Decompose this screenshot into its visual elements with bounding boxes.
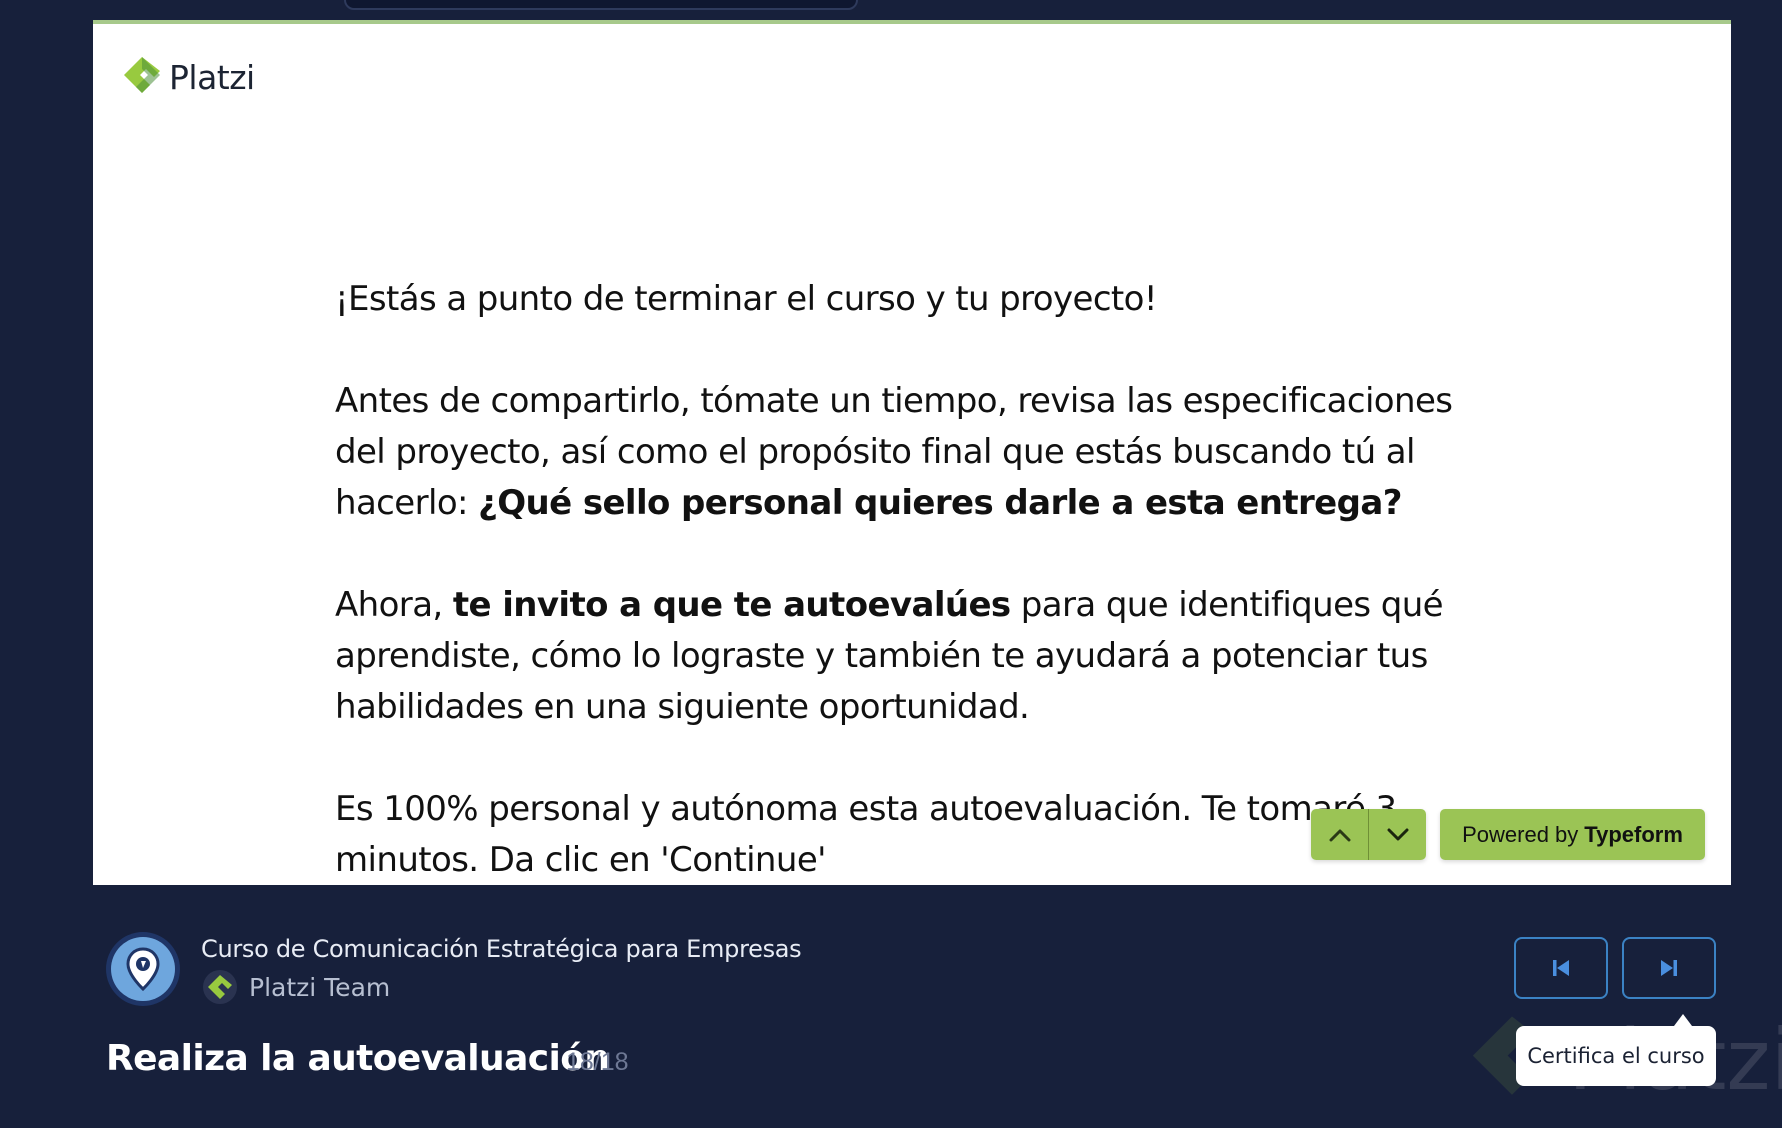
next-lesson-button[interactable] bbox=[1622, 937, 1716, 999]
lesson-counter: 18/18 bbox=[566, 1048, 629, 1076]
instructions-paragraph: Antes de compartirlo, tómate un tiempo, … bbox=[335, 381, 1453, 523]
chevron-up-icon bbox=[1329, 829, 1350, 841]
course-badge-avatar bbox=[106, 932, 180, 1006]
platzi-logo-icon bbox=[124, 57, 160, 93]
team-name[interactable]: Platzi Team bbox=[249, 973, 390, 1002]
invitation-paragraph: Ahora, te invito a que te autoevalúes pa… bbox=[335, 585, 1444, 727]
previous-lesson-button[interactable] bbox=[1514, 937, 1608, 999]
skip-previous-icon bbox=[1553, 960, 1569, 976]
form-next-button[interactable] bbox=[1368, 809, 1426, 860]
platzi-logo-text: Platzi bbox=[169, 57, 255, 97]
powered-by-typeform-badge[interactable]: Powered by Typeform bbox=[1440, 809, 1705, 860]
course-title[interactable]: Curso de Comunicación Estratégica para E… bbox=[201, 935, 802, 963]
form-nav-buttons bbox=[1311, 809, 1426, 860]
platzi-logo: Platzi bbox=[121, 54, 255, 100]
skip-next-icon bbox=[1661, 960, 1677, 976]
chevron-down-icon bbox=[1387, 828, 1408, 840]
tooltip-arrow bbox=[1674, 1014, 1692, 1026]
typeform-embed: Platzi ¡Estás a punto de terminar el cur… bbox=[93, 20, 1731, 885]
form-previous-button[interactable] bbox=[1311, 809, 1368, 860]
powered-by-label: Powered by bbox=[1462, 821, 1579, 847]
form-intro-text: ¡Estás a punto de terminar el curso y tu… bbox=[335, 274, 1455, 885]
top-search-bar[interactable] bbox=[344, 0, 858, 10]
invitation-highlight: te invito a que te autoevalúes bbox=[452, 585, 1011, 625]
certify-course-tooltip: Certifica el curso bbox=[1516, 1026, 1716, 1086]
typeform-brand-label: Typeform bbox=[1584, 821, 1683, 847]
location-pin-icon bbox=[126, 947, 160, 991]
lesson-title: Realiza la autoevaluación bbox=[106, 1038, 610, 1079]
platzi-team-logo-icon bbox=[203, 970, 237, 1004]
question-highlight: ¿Qué sello personal quieres darle a esta… bbox=[478, 483, 1402, 523]
greeting-text: ¡Estás a punto de terminar el curso y tu… bbox=[335, 279, 1158, 319]
duration-paragraph: Es 100% personal y autónoma esta autoeva… bbox=[335, 789, 1397, 880]
